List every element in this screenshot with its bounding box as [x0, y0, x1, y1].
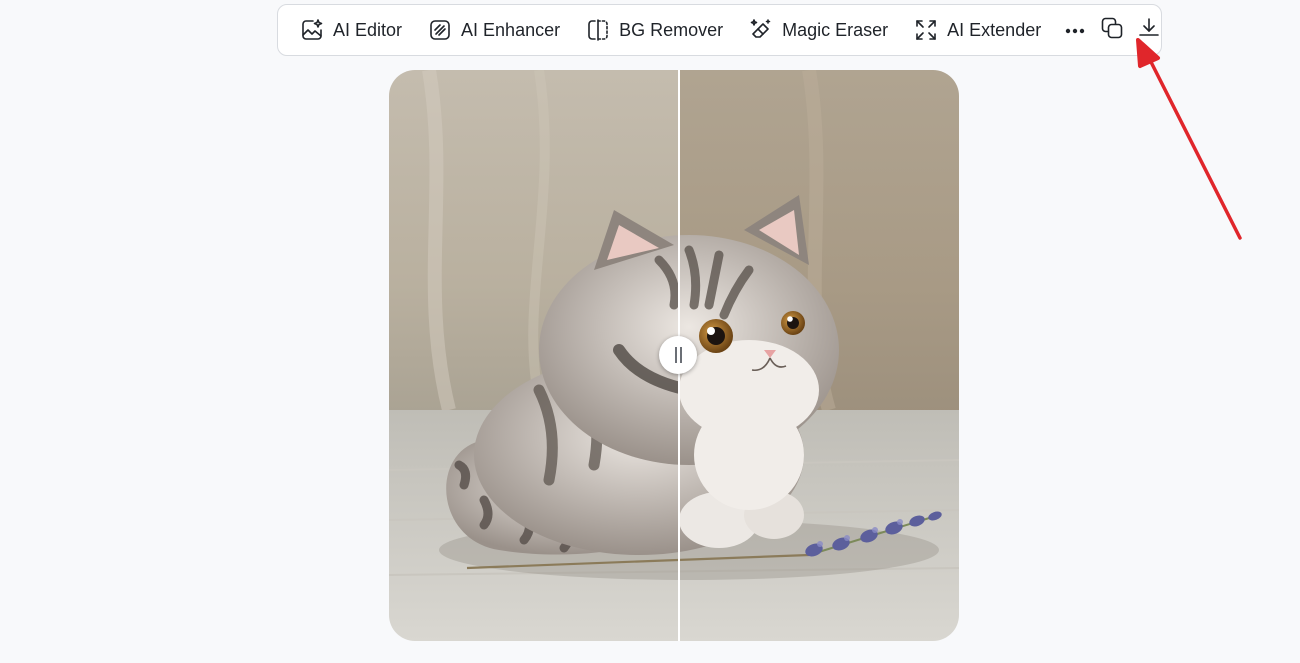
bg-remover-icon — [586, 18, 610, 42]
ai-extender-button[interactable]: AI Extender — [914, 12, 1041, 48]
copy-button[interactable] — [1100, 16, 1124, 44]
magic-eraser-label: Magic Eraser — [782, 19, 889, 40]
ai-extender-icon — [914, 18, 938, 42]
ai-enhancer-button[interactable]: AI Enhancer — [428, 12, 560, 48]
magic-eraser-button[interactable]: Magic Eraser — [749, 12, 888, 48]
download-icon — [1137, 16, 1161, 45]
ai-editor-label: AI Editor — [333, 19, 403, 40]
more-dots-icon — [1065, 21, 1085, 39]
comparison-image[interactable] — [389, 70, 959, 641]
download-button[interactable] — [1137, 16, 1161, 44]
magic-eraser-icon — [749, 18, 773, 42]
compare-slider-handle[interactable] — [659, 336, 697, 374]
copy-icon — [1100, 16, 1124, 45]
editor-toolbar: AI Editor AI Enhancer BG Remover Magic E… — [277, 4, 1162, 56]
ai-editor-icon — [300, 18, 324, 42]
ai-enhancer-icon — [428, 18, 452, 42]
bg-remover-label: BG Remover — [619, 19, 724, 40]
ai-extender-label: AI Extender — [947, 19, 1042, 40]
more-options-button[interactable] — [1063, 16, 1087, 44]
bg-remover-button[interactable]: BG Remover — [586, 12, 723, 48]
ai-enhancer-label: AI Enhancer — [461, 19, 561, 40]
compare-slider-handle-icon — [674, 347, 682, 363]
ai-editor-button[interactable]: AI Editor — [300, 12, 402, 48]
